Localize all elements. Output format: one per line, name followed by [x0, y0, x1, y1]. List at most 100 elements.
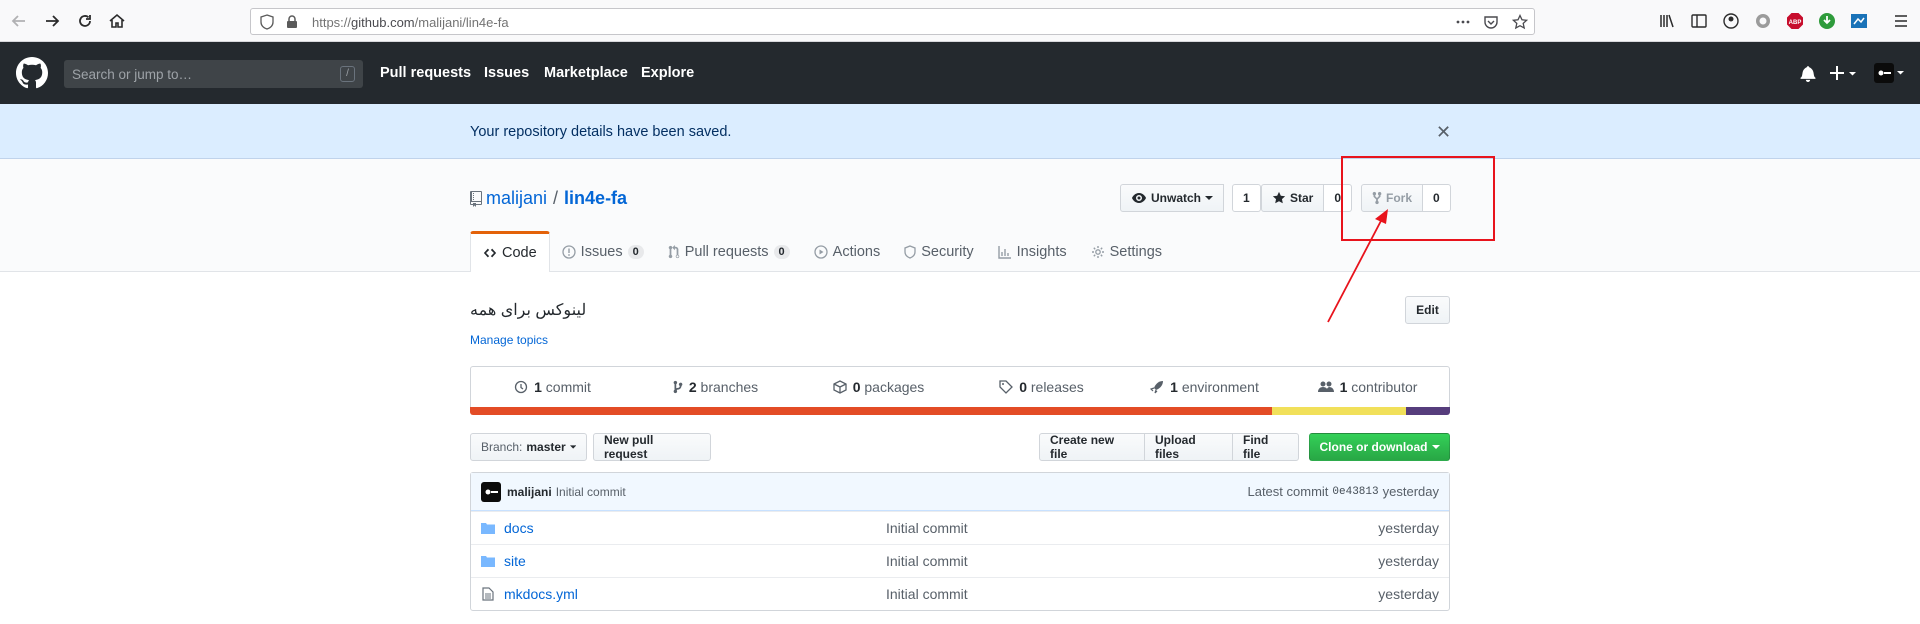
menu-icon[interactable] — [1892, 12, 1910, 30]
find-file-button[interactable]: Find file — [1232, 433, 1299, 461]
search-input[interactable]: Search or jump to… / — [64, 60, 363, 88]
create-new-file-button[interactable]: Create new file — [1039, 433, 1145, 461]
history-icon — [514, 380, 528, 394]
summary-releases[interactable]: 0 releases — [960, 367, 1123, 407]
branch-prefix: Branch: — [481, 440, 523, 454]
adblock-plus-icon[interactable]: ABP — [1786, 12, 1804, 30]
notifications-bell-icon[interactable] — [1800, 65, 1816, 82]
github-logo-icon[interactable] — [16, 57, 48, 89]
code-icon — [483, 248, 497, 258]
summary-branches[interactable]: 2 branches — [634, 367, 797, 407]
new-pull-request-button[interactable]: New pull request — [593, 433, 711, 461]
language-segment[interactable] — [1405, 407, 1450, 415]
repo-name-link[interactable]: lin4e-fa — [564, 188, 627, 209]
manage-topics-link[interactable]: Manage topics — [470, 333, 548, 347]
file-name-link[interactable]: docs — [504, 520, 534, 536]
file-commit-message[interactable]: Initial commit — [886, 520, 968, 536]
summary-contributors[interactable]: 1 contributor — [1286, 367, 1449, 407]
shield-icon — [904, 244, 916, 259]
upload-files-button[interactable]: Upload files — [1144, 433, 1233, 461]
download-helper-icon[interactable] — [1818, 12, 1836, 30]
tab-actions[interactable]: Actions — [802, 231, 893, 272]
file-name-link[interactable]: mkdocs.yml — [504, 586, 578, 602]
tracking-shield-icon[interactable] — [259, 14, 275, 30]
bookmark-star-icon[interactable] — [1512, 14, 1528, 30]
nav-issues[interactable]: Issues — [484, 65, 529, 81]
language-bar[interactable] — [470, 407, 1450, 415]
tag-icon — [999, 380, 1014, 394]
repo-tabs: Code Issues 0 Pull requests 0 Actions Se… — [470, 231, 1174, 272]
latest-commit-row: malijani Initial commit Latest commit 0e… — [471, 473, 1449, 511]
nav-marketplace[interactable]: Marketplace — [544, 65, 628, 81]
sidebar-icon[interactable] — [1690, 12, 1708, 30]
chevron-down-icon — [569, 445, 576, 449]
commit-message-link[interactable]: Initial commit — [556, 485, 626, 499]
account-icon[interactable] — [1722, 12, 1740, 30]
url-text[interactable]: https://github.com/malijani/lin4e-fa — [312, 15, 509, 30]
home-icon[interactable] — [104, 8, 130, 34]
file-row: mkdocs.yml Initial commit yesterday — [471, 577, 1449, 610]
ellipsis-icon[interactable] — [1455, 14, 1471, 30]
edit-description-button[interactable]: Edit — [1405, 296, 1450, 324]
browser-toolbar: https://github.com/malijani/lin4e-fa ABP — [0, 0, 1920, 42]
language-segment[interactable] — [470, 407, 1272, 415]
back-icon[interactable] — [6, 8, 32, 34]
flash-close-icon[interactable]: ✕ — [1436, 122, 1451, 143]
chevron-down-icon — [1205, 196, 1214, 200]
file-age: yesterday — [1378, 553, 1439, 569]
create-new-plus-icon[interactable] — [1830, 64, 1858, 82]
avatar[interactable] — [481, 481, 501, 502]
tab-settings[interactable]: Settings — [1079, 231, 1174, 272]
star-label: Star — [1290, 191, 1314, 205]
search-placeholder: Search or jump to… — [72, 67, 193, 82]
tab-security[interactable]: Security — [892, 231, 985, 272]
issue-opened-icon — [562, 244, 576, 259]
folder-icon — [481, 556, 495, 567]
summary-packages[interactable]: 0 packages — [797, 367, 960, 407]
star-button[interactable]: Star — [1261, 184, 1325, 212]
file-icon — [482, 587, 494, 601]
star-icon — [1272, 191, 1286, 204]
tab-pull-requests-label: Pull requests — [684, 243, 769, 260]
eye-icon — [1132, 193, 1146, 203]
forward-icon[interactable] — [39, 8, 65, 34]
tab-pull-requests[interactable]: Pull requests 0 — [656, 231, 802, 272]
tab-code-label: Code — [502, 245, 537, 261]
file-commit-message[interactable]: Initial commit — [886, 553, 968, 569]
chevron-down-icon — [1431, 445, 1440, 449]
summary-commits[interactable]: 1 commit — [471, 367, 634, 407]
folder-icon — [481, 523, 495, 534]
unwatch-button[interactable]: Unwatch — [1120, 184, 1225, 212]
gear-icon — [1091, 245, 1104, 258]
branch-select-button[interactable]: Branch: master — [470, 433, 587, 461]
svg-text:ABP: ABP — [1789, 20, 1802, 26]
repo-owner-link[interactable]: malijani — [486, 188, 547, 209]
tab-code[interactable]: Code — [470, 231, 550, 272]
nav-pull-requests[interactable]: Pull requests — [380, 65, 471, 81]
extension-circle-icon[interactable] — [1754, 12, 1772, 30]
git-pull-request-icon — [668, 244, 679, 258]
pocket-icon[interactable] — [1483, 14, 1499, 30]
file-commit-message[interactable]: Initial commit — [886, 586, 968, 602]
url-bar[interactable]: https://github.com/malijani/lin4e-fa — [250, 8, 1535, 35]
search-shortcut-key: / — [340, 66, 355, 82]
commit-author-link[interactable]: malijani — [507, 485, 552, 499]
language-segment[interactable] — [1271, 407, 1406, 415]
repo-separator: / — [553, 188, 559, 208]
summary-environments[interactable]: 1 environment — [1123, 367, 1286, 407]
screenshot-extension-icon[interactable] — [1850, 12, 1868, 30]
nav-explore[interactable]: Explore — [641, 65, 694, 81]
reload-icon[interactable] — [72, 8, 98, 34]
repo-title: malijani / lin4e-fa — [470, 188, 627, 209]
user-avatar-menu[interactable] — [1874, 63, 1906, 83]
tab-issues[interactable]: Issues 0 — [550, 231, 656, 272]
watch-count[interactable]: 1 — [1232, 184, 1261, 212]
git-branch-icon — [673, 380, 683, 394]
library-icon[interactable] — [1658, 12, 1676, 30]
lock-icon[interactable] — [284, 14, 300, 30]
tab-insights[interactable]: Insights — [986, 231, 1079, 272]
file-name-link[interactable]: site — [504, 553, 526, 569]
clone-or-download-button[interactable]: Clone or download — [1309, 433, 1450, 461]
watch-group: Unwatch 1 — [1120, 184, 1261, 212]
commit-sha-link[interactable]: 0e43813 — [1332, 486, 1378, 498]
